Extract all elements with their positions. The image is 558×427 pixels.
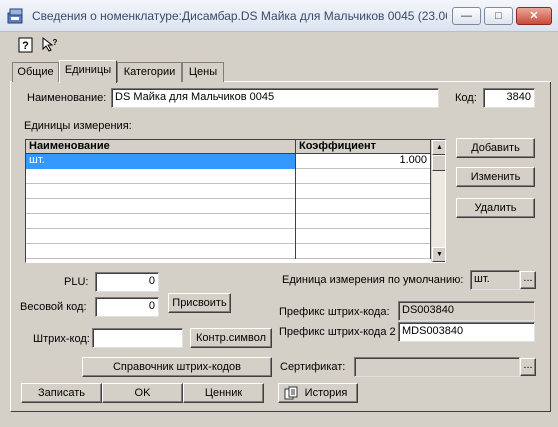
certificate-select-button[interactable]: ... xyxy=(520,358,536,376)
column-header-coefficient[interactable]: Коэффициент xyxy=(296,140,431,154)
title-bar: Сведения о номенклатуре:Дисамбар.DS Майк… xyxy=(0,0,558,32)
barcode-reference-button[interactable]: Справочник штрих-кодов xyxy=(82,357,272,377)
column-header-name[interactable]: Наименование xyxy=(26,140,296,154)
assign-button[interactable]: Присвоить xyxy=(168,293,231,313)
cell-coefficient[interactable]: 1.000 xyxy=(296,154,431,169)
barcode-prefix-label: Префикс штрих-кода: xyxy=(279,306,390,318)
table-row[interactable] xyxy=(26,214,431,229)
cell-coefficient[interactable] xyxy=(296,169,431,184)
name-field[interactable]: DS Майка для Мальчиков 0045 xyxy=(111,88,439,108)
barcode-prefix2-field[interactable]: MDS003840 xyxy=(398,322,535,342)
cell-coefficient[interactable] xyxy=(296,229,431,244)
default-unit-select-button[interactable]: ... xyxy=(520,271,536,289)
app-icon xyxy=(7,8,23,24)
default-unit-field[interactable]: шт. xyxy=(470,270,520,290)
help-icon[interactable]: ? xyxy=(17,36,35,54)
name-label: Наименование: xyxy=(27,92,107,104)
checksum-button[interactable]: Контр.символ xyxy=(190,328,272,348)
cell-coefficient[interactable] xyxy=(296,244,431,259)
plu-field[interactable]: 0 xyxy=(95,272,159,292)
table-row[interactable] xyxy=(26,169,431,184)
edit-button[interactable]: Изменить xyxy=(456,167,535,187)
delete-button[interactable]: Удалить xyxy=(456,198,535,218)
table-row[interactable]: шт. 1.000 xyxy=(26,154,431,169)
tab-categories[interactable]: Категории xyxy=(117,62,182,82)
scroll-down-icon[interactable]: ▼ xyxy=(432,247,445,262)
minimize-icon: — xyxy=(461,10,472,22)
add-button[interactable]: Добавить xyxy=(456,138,535,158)
cell-name[interactable] xyxy=(26,244,296,259)
cell-name[interactable] xyxy=(26,184,296,199)
table-scrollbar[interactable]: ▲ ▼ xyxy=(431,140,445,262)
table-row[interactable] xyxy=(26,199,431,214)
table-row[interactable] xyxy=(26,244,431,259)
tab-general[interactable]: Общие xyxy=(12,62,59,82)
svg-text:?: ? xyxy=(22,40,29,52)
certificate-label: Сертификат: xyxy=(280,361,346,373)
maximize-icon: □ xyxy=(495,10,502,22)
price-tag-button[interactable]: Ценник xyxy=(183,383,264,403)
certificate-field[interactable] xyxy=(354,357,520,377)
barcode-label: Штрих-код: xyxy=(33,333,90,345)
whats-this-icon[interactable]: ? xyxy=(41,36,59,54)
history-icon xyxy=(284,386,298,400)
cell-name[interactable] xyxy=(26,229,296,244)
tab-units[interactable]: Единицы xyxy=(59,60,117,83)
units-table[interactable]: Наименование Коэффициент шт. 1.000 ▲ ▼ xyxy=(25,139,446,263)
units-label: Единицы измерения: xyxy=(24,120,132,132)
cell-name[interactable] xyxy=(26,214,296,229)
window-title: Сведения о номенклатуре:Дисамбар.DS Майк… xyxy=(32,9,447,23)
table-row[interactable] xyxy=(26,229,431,244)
barcode-field[interactable] xyxy=(92,328,183,348)
cell-name[interactable]: шт. xyxy=(26,154,296,169)
default-unit-label: Единица измерения по умолчанию: xyxy=(282,274,464,286)
code-label: Код: xyxy=(455,92,477,104)
svg-text:?: ? xyxy=(53,38,58,47)
cell-name[interactable] xyxy=(26,199,296,214)
history-button-label: История xyxy=(304,387,348,399)
weight-code-field[interactable]: 0 xyxy=(95,297,159,317)
code-field[interactable]: 3840 xyxy=(483,88,535,108)
table-row[interactable] xyxy=(26,184,431,199)
scroll-up-icon[interactable]: ▲ xyxy=(432,140,445,155)
plu-label: PLU: xyxy=(64,276,89,288)
tab-prices[interactable]: Цены xyxy=(182,62,224,82)
ok-button[interactable]: OK xyxy=(102,383,183,403)
table-header: Наименование Коэффициент xyxy=(26,140,431,154)
cell-coefficient[interactable] xyxy=(296,199,431,214)
close-button[interactable]: ✕ xyxy=(516,7,552,25)
barcode-prefix2-label: Префикс штрих-кода 2 xyxy=(279,326,396,338)
maximize-button[interactable]: □ xyxy=(484,7,513,25)
close-icon: ✕ xyxy=(529,10,539,22)
history-button[interactable]: История xyxy=(278,383,358,403)
cell-coefficient[interactable] xyxy=(296,214,431,229)
weight-code-label: Весовой код: xyxy=(20,301,87,313)
save-button[interactable]: Записать xyxy=(21,383,102,403)
scroll-thumb[interactable] xyxy=(432,155,445,171)
cell-name[interactable] xyxy=(26,169,296,184)
minimize-button[interactable]: — xyxy=(452,7,481,25)
barcode-prefix-field[interactable]: DS003840 xyxy=(398,301,535,321)
cell-coefficient[interactable] xyxy=(296,184,431,199)
